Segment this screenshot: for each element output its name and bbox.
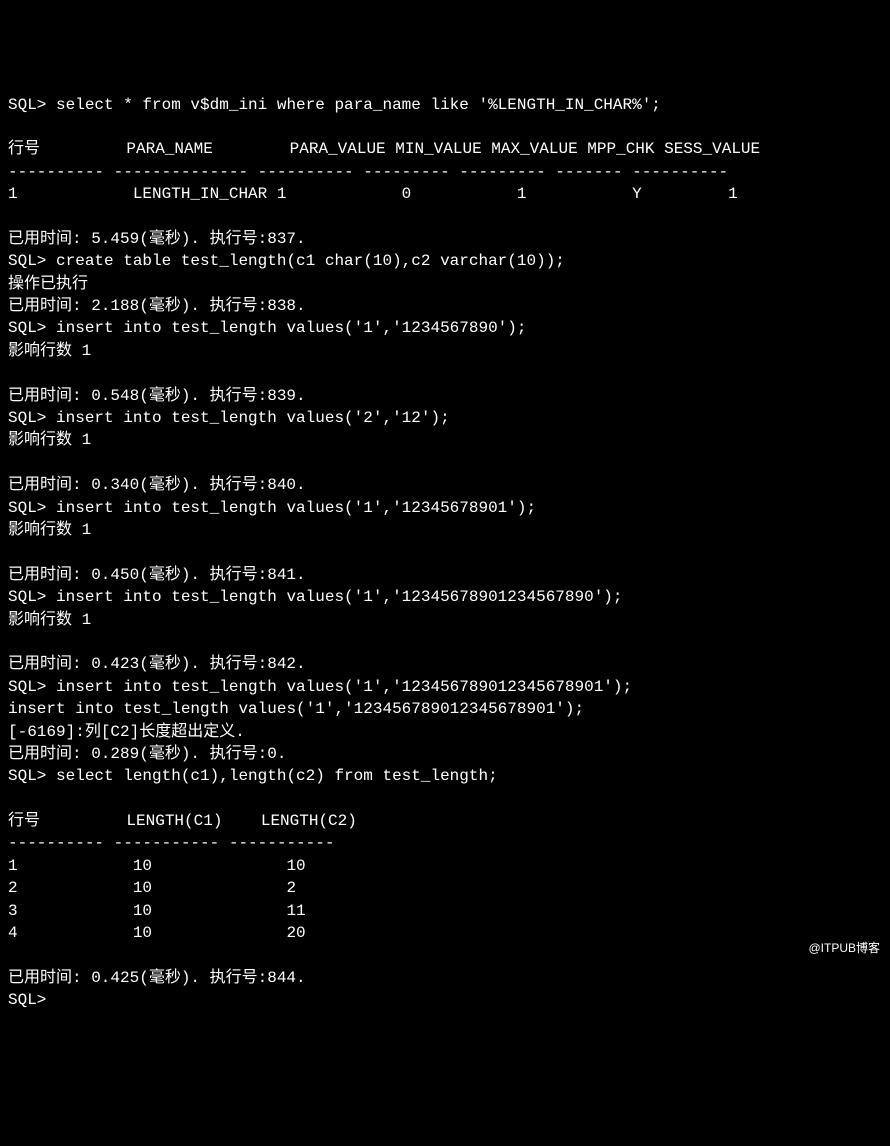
terminal-line: 2 10 2 — [8, 877, 882, 899]
terminal-line: 操作已执行 — [8, 273, 882, 295]
terminal-line — [8, 206, 882, 228]
terminal-line: 影响行数 1 — [8, 429, 882, 451]
terminal-line: 已用时间: 5.459(毫秒). 执行号:837. — [8, 228, 882, 250]
terminal-line: 影响行数 1 — [8, 340, 882, 362]
terminal-line — [8, 362, 882, 384]
terminal-line: SQL> select * from v$dm_ini where para_n… — [8, 94, 882, 116]
terminal-line: insert into test_length values('1','1234… — [8, 698, 882, 720]
terminal-line — [8, 541, 882, 563]
terminal-line: SQL> insert into test_length values('2',… — [8, 407, 882, 429]
terminal-line: 已用时间: 0.423(毫秒). 执行号:842. — [8, 653, 882, 675]
terminal-line: SQL> insert into test_length values('1',… — [8, 586, 882, 608]
terminal-line: 影响行数 1 — [8, 609, 882, 631]
terminal-line: ---------- ----------- ----------- — [8, 832, 882, 854]
terminal-line: ---------- -------------- ---------- ---… — [8, 161, 882, 183]
terminal-line: 已用时间: 0.340(毫秒). 执行号:840. — [8, 474, 882, 496]
terminal-line — [8, 788, 882, 810]
terminal-line: SQL> — [8, 989, 882, 1011]
terminal-line: 1 LENGTH_IN_CHAR 1 0 1 Y 1 — [8, 183, 882, 205]
terminal-line: 行号 PARA_NAME PARA_VALUE MIN_VALUE MAX_VA… — [8, 138, 882, 160]
terminal-line: SQL> create table test_length(c1 char(10… — [8, 250, 882, 272]
terminal-line: 行号 LENGTH(C1) LENGTH(C2) — [8, 810, 882, 832]
terminal-line — [8, 631, 882, 653]
terminal-line — [8, 116, 882, 138]
watermark-label: @ITPUB博客 — [808, 940, 880, 957]
terminal-line: 已用时间: 0.548(毫秒). 执行号:839. — [8, 385, 882, 407]
terminal-line: 已用时间: 0.425(毫秒). 执行号:844. — [8, 967, 882, 989]
terminal-line: 已用时间: 0.289(毫秒). 执行号:0. — [8, 743, 882, 765]
terminal-line: 已用时间: 0.450(毫秒). 执行号:841. — [8, 564, 882, 586]
terminal-line: [-6169]:列[C2]长度超出定义. — [8, 721, 882, 743]
terminal-line: SQL> insert into test_length values('1',… — [8, 497, 882, 519]
terminal-line: 1 10 10 — [8, 855, 882, 877]
terminal-line: 3 10 11 — [8, 900, 882, 922]
terminal-output[interactable]: SQL> select * from v$dm_ini where para_n… — [8, 94, 882, 1012]
terminal-line — [8, 944, 882, 966]
terminal-line: SQL> insert into test_length values('1',… — [8, 676, 882, 698]
terminal-line: 影响行数 1 — [8, 519, 882, 541]
terminal-line: SQL> insert into test_length values('1',… — [8, 317, 882, 339]
terminal-line: SQL> select length(c1),length(c2) from t… — [8, 765, 882, 787]
terminal-line — [8, 452, 882, 474]
terminal-line: 4 10 20 — [8, 922, 882, 944]
terminal-line: 已用时间: 2.188(毫秒). 执行号:838. — [8, 295, 882, 317]
